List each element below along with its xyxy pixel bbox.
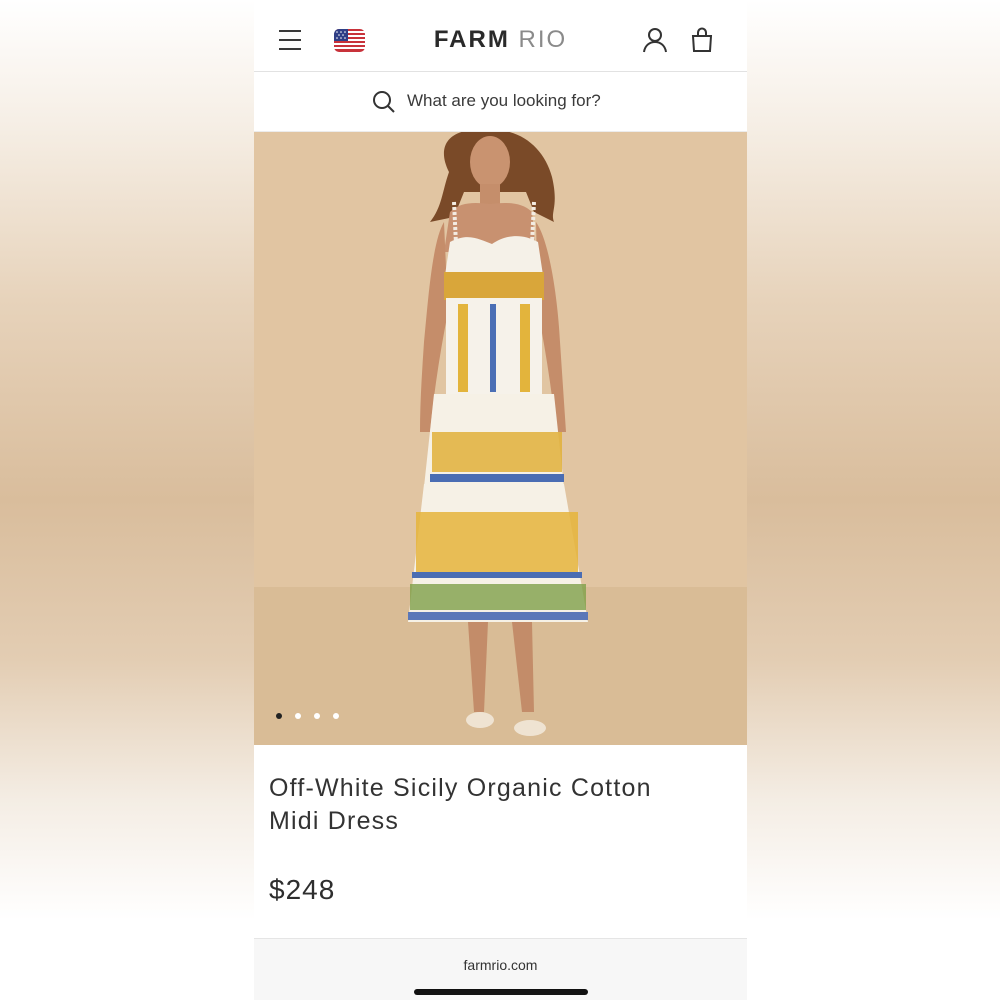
product-photo xyxy=(254,132,747,745)
shopping-bag-icon[interactable] xyxy=(690,27,714,53)
search-input-placeholder[interactable]: What are you looking for? xyxy=(407,91,601,111)
product-title-line1: Off-White Sicily Organic Cotton xyxy=(269,774,652,802)
product-title: Off-White Sicily Organic Cotton Midi Dre… xyxy=(269,772,729,838)
carousel-dot[interactable] xyxy=(314,713,320,719)
search-bar[interactable]: What are you looking for? xyxy=(254,72,747,132)
user-icon[interactable] xyxy=(642,27,668,53)
phone-screen: FARM RIO What are you looking for? Off-W… xyxy=(254,0,747,1000)
product-image-carousel[interactable] xyxy=(254,132,747,745)
brand-logo-light: RIO xyxy=(518,26,568,53)
home-indicator xyxy=(414,989,588,995)
carousel-dot[interactable] xyxy=(276,713,282,719)
carousel-dot[interactable] xyxy=(295,713,301,719)
product-price: $248 xyxy=(269,874,336,905)
site-header: FARM RIO xyxy=(254,0,747,72)
brand-logo-bold: FARM xyxy=(433,26,510,53)
carousel-dot[interactable] xyxy=(333,713,339,719)
product-title-line2: Midi Dress xyxy=(269,807,400,835)
search-icon[interactable] xyxy=(372,90,396,114)
browser-bottom-bar: farmrio.com xyxy=(254,938,747,1000)
brand-logo[interactable]: FARM RIO xyxy=(254,26,747,54)
browser-domain[interactable]: farmrio.com xyxy=(254,957,747,973)
